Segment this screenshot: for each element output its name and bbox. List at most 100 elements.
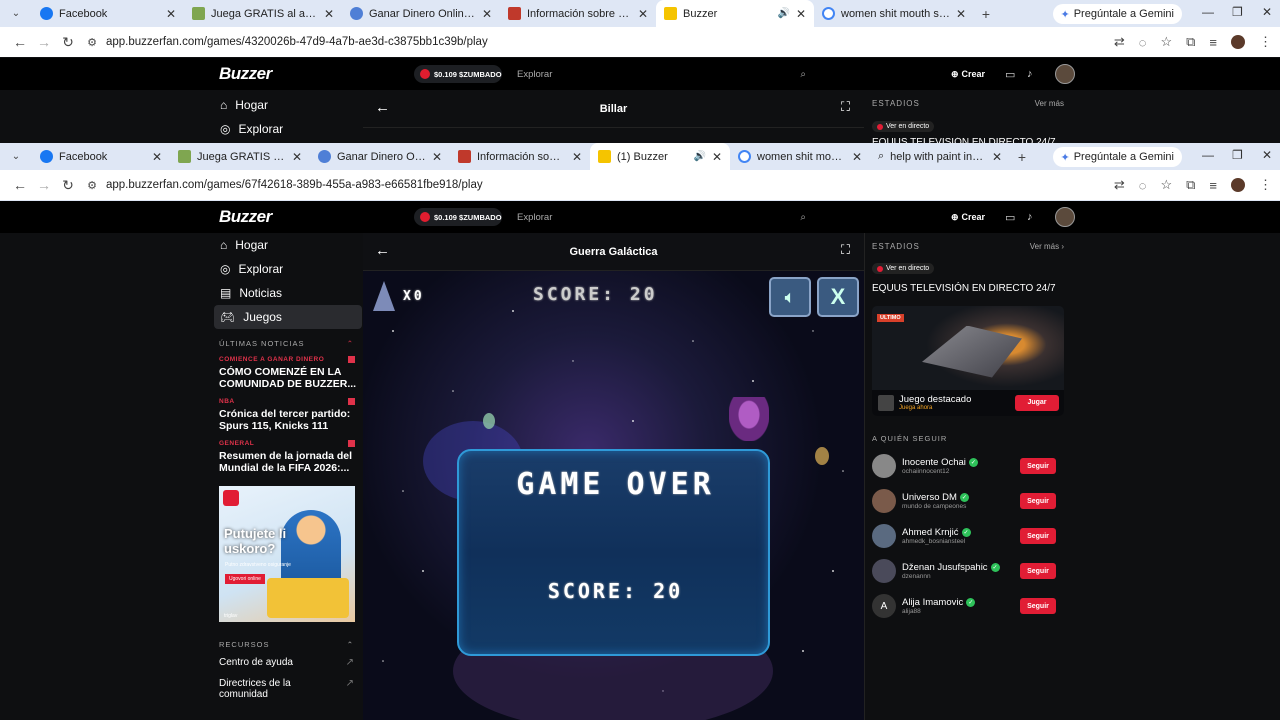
chat-icon[interactable]: ▭ <box>1005 68 1015 81</box>
close-window-button[interactable]: ✕ <box>1262 148 1272 162</box>
resource-link[interactable]: Directrices de la comunidad ↗ <box>214 668 362 700</box>
news-item[interactable]: NBA Crónica del tercer partido: Spurs 11… <box>214 398 362 432</box>
follow-button[interactable]: Seguir <box>1020 598 1056 614</box>
tab-google[interactable]: women shit mouth slave p✕ <box>730 143 870 170</box>
ad-banner[interactable]: Putujete li uskoro? Putno zdravstveno os… <box>219 486 355 622</box>
profile-icon[interactable] <box>1231 178 1245 192</box>
reload-icon[interactable]: ↻ <box>56 177 80 194</box>
follow-button[interactable]: Seguir <box>1020 528 1056 544</box>
menu-icon[interactable]: ⋮ <box>1259 34 1272 50</box>
create-button[interactable]: ⊕ Crear <box>951 69 985 80</box>
search-input[interactable]: Explorar ⌕ <box>510 65 810 83</box>
create-button[interactable]: ⊕ Crear <box>951 212 985 223</box>
tab-buzzer[interactable]: (1) Buzzer 🔊 ✕ <box>590 143 730 170</box>
site-info-icon[interactable]: ⚙ <box>80 179 104 192</box>
news-item[interactable]: COMIENCE A GANAR DINERO CÓMO COMENZÉ EN … <box>214 356 362 390</box>
chat-icon[interactable]: ▭ <box>1005 211 1015 224</box>
avatar[interactable] <box>1055 207 1075 227</box>
avatar[interactable] <box>872 489 896 513</box>
close-icon[interactable]: ✕ <box>152 150 162 164</box>
sidebar-item-explorar[interactable]: ◎ Explorar <box>214 257 362 281</box>
close-icon[interactable]: ✕ <box>852 150 862 164</box>
tab-google[interactable]: women shit mouth slave - Busc✕ <box>814 0 974 27</box>
extensions-icon[interactable]: ⧉ <box>1186 34 1195 50</box>
close-icon[interactable]: ✕ <box>166 7 176 21</box>
resource-link[interactable]: Centro de ayuda ↗ <box>214 649 362 668</box>
ver-mas-link[interactable]: Ver más › <box>1030 242 1064 251</box>
forward-icon[interactable]: → <box>32 34 56 50</box>
wallet-badge[interactable]: $0.109 $ZUMBADOR <box>414 208 502 226</box>
featured-game-card[interactable]: ULTIMO Juego destacado Juega ahora Jugar <box>872 305 1064 416</box>
game-canvas[interactable]: X0 SCORE: 20 🔈︎ X GAME OVER SCORE: 20 <box>363 271 864 720</box>
close-icon[interactable]: ✕ <box>482 7 492 21</box>
back-icon[interactable]: ← <box>8 177 32 193</box>
news-item[interactable]: GENERAL Resumen de la jornada del Mundia… <box>214 440 362 474</box>
avatar[interactable] <box>872 559 896 583</box>
fullscreen-icon[interactable]: ⛶ <box>841 99 850 115</box>
restore-button[interactable]: ❐ <box>1232 148 1243 162</box>
new-tab-button[interactable]: + <box>1010 149 1034 165</box>
close-game-button[interactable]: X <box>817 277 859 317</box>
restore-button[interactable]: ❐ <box>1232 5 1243 19</box>
close-icon[interactable]: ✕ <box>956 7 966 21</box>
tab-paint-search[interactable]: ⌕help with paint in window✕ <box>870 143 1010 170</box>
tab-search-icon[interactable]: ⌄ <box>4 8 28 19</box>
follow-button[interactable]: Seguir <box>1020 493 1056 509</box>
tab-chess[interactable]: Juega GRATIS al ajedrez online✕ <box>184 0 342 27</box>
gemini-button[interactable]: ✦ Pregúntale a Gemini <box>1052 147 1182 167</box>
chevron-up-icon[interactable]: ⌃ <box>347 339 354 348</box>
sidebar-item-juegos[interactable]: 🎮︎ Juegos <box>214 305 362 329</box>
forward-icon[interactable]: → <box>32 177 56 193</box>
url-text[interactable]: app.buzzerfan.com/games/4320026b-47d9-4a… <box>106 36 488 48</box>
tab-ganar[interactable]: Ganar Dinero Online Desd✕ <box>310 143 450 170</box>
sidebar-item-hogar[interactable]: ⌂ Hogar <box>214 233 362 257</box>
tab-search-icon[interactable]: ⌄ <box>4 151 28 162</box>
buzzer-logo[interactable]: Buzzer <box>219 207 272 227</box>
close-icon[interactable]: ✕ <box>324 7 334 21</box>
ver-mas-link[interactable]: Ver más <box>1035 99 1064 108</box>
eye-off-icon[interactable]: ◌ <box>1139 178 1147 193</box>
tab-chess[interactable]: Juega GRATIS al ajedrez o✕ <box>170 143 310 170</box>
avatar[interactable]: A <box>872 594 896 618</box>
play-button[interactable]: Jugar <box>1015 394 1059 411</box>
sound-button[interactable]: 🔈︎ <box>769 277 811 317</box>
wallet-badge[interactable]: $0.109 $ZUMBADOR <box>414 65 502 83</box>
search-input[interactable]: Explorar ⌕ <box>510 208 810 226</box>
sidebar-item-hogar[interactable]: ⌂ Hogar <box>214 93 362 117</box>
star-icon[interactable]: ☆ <box>1160 34 1172 50</box>
bell-icon[interactable]: ♪ <box>1027 211 1033 223</box>
new-tab-button[interactable]: + <box>974 6 998 22</box>
ad-cta-button[interactable]: Ugovori online <box>225 574 265 584</box>
extensions-icon[interactable]: ⧉ <box>1186 177 1195 193</box>
avatar[interactable] <box>1055 64 1075 84</box>
buzzer-logo[interactable]: Buzzer <box>219 64 272 84</box>
fullscreen-icon[interactable]: ⛶ <box>841 242 850 258</box>
gemini-button[interactable]: ✦ Pregúntale a Gemini <box>1052 4 1182 24</box>
back-icon[interactable]: ← <box>8 34 32 50</box>
follow-button[interactable]: Seguir <box>1020 563 1056 579</box>
minimize-button[interactable]: — <box>1202 148 1214 162</box>
tab-tareas[interactable]: Información sobre tareas |✕ <box>450 143 590 170</box>
close-icon[interactable]: ✕ <box>432 150 442 164</box>
speaker-icon[interactable]: 🔊 <box>777 8 789 19</box>
url-text[interactable]: app.buzzerfan.com/games/67f42618-389b-45… <box>106 179 483 191</box>
reload-icon[interactable]: ↻ <box>56 34 80 51</box>
close-icon[interactable]: ✕ <box>572 150 582 164</box>
follow-button[interactable]: Seguir <box>1020 458 1056 474</box>
star-icon[interactable]: ☆ <box>1160 177 1172 193</box>
profile-icon[interactable] <box>1231 35 1245 49</box>
minimize-button[interactable]: — <box>1202 5 1214 19</box>
tab-facebook[interactable]: Facebook ✕ <box>32 143 170 170</box>
close-window-button[interactable]: ✕ <box>1262 5 1272 19</box>
live-title[interactable]: EQUUS TELEVISIÓN EN DIRECTO 24/7 <box>866 277 1072 294</box>
close-icon[interactable]: ✕ <box>292 150 302 164</box>
sidebar-item-noticias[interactable]: ▤ Noticias <box>214 281 362 305</box>
avatar[interactable] <box>872 524 896 548</box>
menu-icon[interactable]: ⋮ <box>1259 177 1272 193</box>
translate-icon[interactable]: ⇄ <box>1114 34 1125 50</box>
tab-ganar[interactable]: Ganar Dinero Online Desde Ven✕ <box>342 0 500 27</box>
media-icon[interactable]: ≡ <box>1209 35 1217 50</box>
translate-icon[interactable]: ⇄ <box>1114 177 1125 193</box>
media-icon[interactable]: ≡ <box>1209 178 1217 193</box>
close-icon[interactable]: ✕ <box>796 7 806 21</box>
